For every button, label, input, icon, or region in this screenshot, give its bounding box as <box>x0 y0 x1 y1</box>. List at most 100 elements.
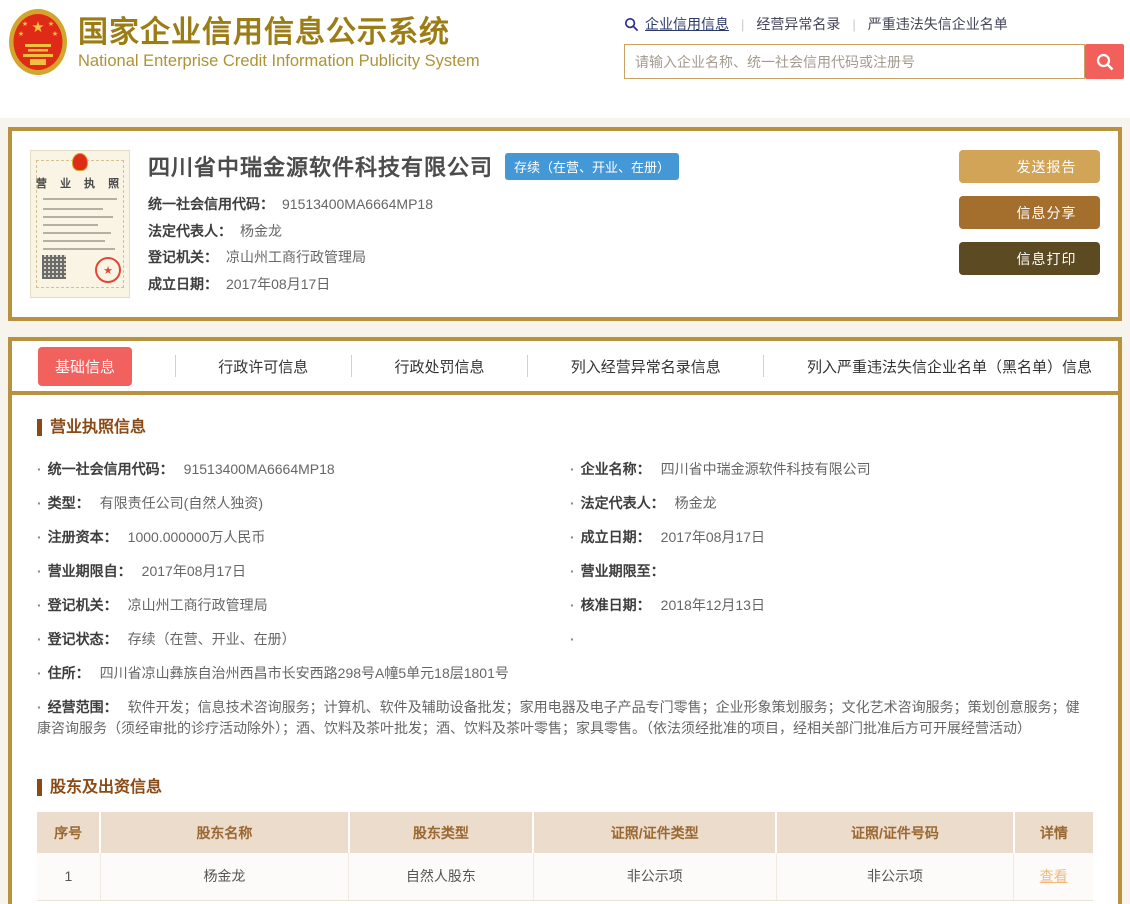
view-detail-link[interactable]: 查看 <box>1040 868 1068 884</box>
field-row: 登记状态： 存续（在营、开业、在册） <box>37 622 560 656</box>
search-icon <box>624 17 639 31</box>
field-value: 2017年08月17日 <box>660 528 765 545</box>
nav-link-abnormal-list[interactable]: 经营异常名录 <box>756 14 840 34</box>
tab-separator <box>350 355 352 377</box>
nav-separator: | <box>741 16 745 32</box>
detail-card: 基础信息 行政许可信息 行政处罚信息 列入经营异常名录信息 列入严重违法失信企业… <box>8 337 1122 904</box>
field-row-address: 住所： 四川省凉山彝族自治州西昌市长安西路298号A幢5单元18层1801号 <box>37 656 1093 690</box>
field-value: 2018年12月13日 <box>660 596 765 613</box>
company-name: 四川省中瑞金源软件科技有限公司 <box>148 155 494 180</box>
svg-text:★: ★ <box>31 19 44 36</box>
license-text-line <box>43 208 103 210</box>
table-header-cell: 证照/证件类型 <box>533 812 778 853</box>
site-title: 国家企业信用信息公示系统 <box>78 16 450 49</box>
field-label: 成立日期： <box>580 528 651 545</box>
summary-row: 法定代表人： 杨金龙 <box>148 218 959 245</box>
tab-abnormal-operation-list[interactable]: 列入经营异常名录信息 <box>571 356 721 377</box>
field-row-business-scope: 经营范围：软件开发；信息技术咨询服务；计算机、软件及辅助设备批发；家用电器及电子… <box>37 690 1093 745</box>
field-value: 2017年08月17日 <box>141 562 246 579</box>
table-cell-cert-type: 非公示项 <box>533 853 777 901</box>
svg-text:★: ★ <box>18 30 24 38</box>
search-bar <box>624 44 1124 79</box>
summary-row: 统一社会信用代码： 91513400MA6664MP18 <box>148 191 959 218</box>
summary-label: 登记机关： <box>148 249 218 265</box>
summary-label: 法定代表人： <box>148 222 232 239</box>
tab-basic-info[interactable]: 基础信息 <box>38 346 133 386</box>
field-row: 统一社会信用代码： 91513400MA6664MP18 <box>37 452 560 486</box>
tab-separator <box>527 355 529 377</box>
license-text-line <box>43 248 115 250</box>
table-header-cell: 股东类型 <box>348 812 535 853</box>
top-nav: 企业信用信息 | 经营异常名录 | 严重违法失信企业名单 <box>624 14 1124 34</box>
summary-value: 杨金龙 <box>240 222 282 239</box>
summary-value: 2017年08月17日 <box>226 275 331 292</box>
summary-row: 登记机关： 凉山州工商行政管理局 <box>148 244 959 271</box>
tab-separator <box>174 355 176 377</box>
tab-separator <box>763 355 765 377</box>
send-report-button[interactable]: 发送报告 <box>959 150 1100 183</box>
company-info: 四川省中瑞金源软件科技有限公司 存续（在营、开业、在册） 统一社会信用代码： 91… <box>148 150 959 298</box>
field-label: 登记状态： <box>47 630 118 647</box>
tab-serious-illegal-blacklist[interactable]: 列入严重违法失信企业名单（黑名单）信息 <box>807 356 1092 377</box>
field-value: 有限责任公司(自然人独资) <box>99 494 263 511</box>
field-value: 91513400MA6664MP18 <box>183 460 335 477</box>
search-button[interactable] <box>1085 44 1124 79</box>
search-input[interactable] <box>624 44 1085 79</box>
field-value: 存续（在营、开业、在册） <box>127 630 296 647</box>
header-right: 企业信用信息 | 经营异常名录 | 严重违法失信企业名单 <box>624 14 1124 79</box>
share-info-button[interactable]: 信息分享 <box>959 196 1100 229</box>
field-value: 四川省中瑞金源软件科技有限公司 <box>660 460 871 477</box>
license-red-seal: ★ <box>95 257 121 283</box>
table-header-cell: 证照/证件号码 <box>776 812 1015 853</box>
status-badge: 存续（在营、开业、在册） <box>505 152 680 180</box>
field-value: 凉山州工商行政管理局 <box>127 596 268 613</box>
table-cell-name: 杨金龙 <box>100 853 350 901</box>
nav-link-illegal-list[interactable]: 严重违法失信企业名单 <box>868 14 1008 34</box>
svg-text:★: ★ <box>52 30 58 38</box>
license-qr-code <box>42 255 66 279</box>
field-row: 注册资本： 1000.000000万人民币 <box>37 520 560 554</box>
field-label: 经营范围： <box>47 698 118 715</box>
license-emblem-icon <box>72 153 88 171</box>
table-header-cell: 股东名称 <box>100 812 350 853</box>
field-label: 营业期限至： <box>580 562 665 579</box>
nav-link-enterprise-credit[interactable]: 企业信用信息 <box>645 14 729 34</box>
field-row: 营业期限自： 2017年08月17日 <box>37 554 560 588</box>
action-buttons: 发送报告 信息分享 信息打印 <box>959 150 1100 298</box>
field-row: 核准日期： 2018年12月13日 <box>570 588 1093 622</box>
shareholder-table: 序号 股东名称 股东类型 证照/证件类型 证照/证件号码 详情 1 杨金龙 自然… <box>37 812 1093 901</box>
svg-text:★: ★ <box>22 20 28 28</box>
summary-label: 统一社会信用代码： <box>148 196 274 212</box>
field-label: 营业期限自： <box>47 562 132 579</box>
table-cell-type: 自然人股东 <box>348 853 534 901</box>
field-label: 注册资本： <box>47 528 118 545</box>
table-row: 1 杨金龙 自然人股东 非公示项 非公示项 查看 <box>37 853 1093 901</box>
field-label: 企业名称： <box>580 460 651 477</box>
tabs-bar: 基础信息 行政许可信息 行政处罚信息 列入经营异常名录信息 列入严重违法失信企业… <box>12 341 1118 391</box>
field-row: 企业名称： 四川省中瑞金源软件科技有限公司 <box>570 452 1093 486</box>
field-label: 住所： <box>47 664 90 681</box>
print-info-button[interactable]: 信息打印 <box>959 242 1100 275</box>
table-cell-cert-no: 非公示项 <box>776 853 1015 901</box>
field-row: 成立日期： 2017年08月17日 <box>570 520 1093 554</box>
business-license-thumbnail[interactable]: 营 业 执 照 ★ <box>30 150 130 298</box>
site-subtitle: National Enterprise Credit Information P… <box>78 52 480 70</box>
field-value: 软件开发；信息技术咨询服务；计算机、软件及辅助设备批发；家用电器及电子产品专门零… <box>37 698 1080 736</box>
summary-label: 成立日期： <box>148 275 218 292</box>
field-row <box>570 622 1093 656</box>
section-title-shareholders: 股东及出资信息 <box>37 779 1093 796</box>
tab-administrative-penalty[interactable]: 行政处罚信息 <box>394 356 484 377</box>
field-row: 法定代表人： 杨金龙 <box>570 486 1093 520</box>
table-cell-detail: 查看 <box>1013 853 1093 901</box>
license-text-line <box>43 216 113 218</box>
field-value: 杨金龙 <box>674 494 717 511</box>
site-brand: ★ ★ ★ ★ ★ 国家企业信用信息公示系统 National Enterpri… <box>8 8 480 76</box>
field-row: 登记机关： 凉山州工商行政管理局 <box>37 588 560 622</box>
field-value: 四川省凉山彝族自治州西昌市长安西路298号A幢5单元18层1801号 <box>99 664 509 681</box>
brand-text: 国家企业信用信息公示系统 National Enterprise Credit … <box>78 8 480 71</box>
field-label: 统一社会信用代码： <box>47 460 174 477</box>
field-label: 法定代表人： <box>580 494 665 511</box>
tab-administrative-license[interactable]: 行政许可信息 <box>218 356 308 377</box>
search-button-icon <box>1096 53 1113 70</box>
field-label: 类型： <box>47 494 90 511</box>
